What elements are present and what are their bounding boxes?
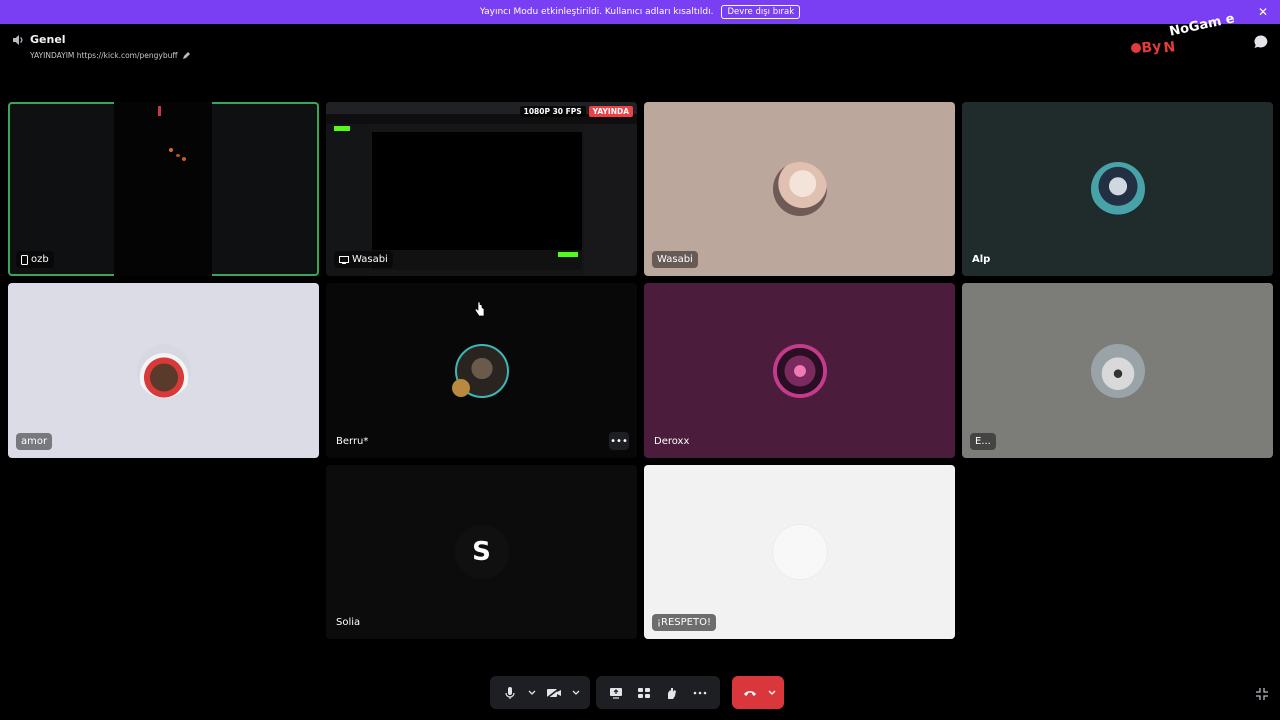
participant-tile-amor[interactable]: amor bbox=[8, 283, 319, 458]
disconnect-group bbox=[732, 676, 784, 709]
screen-share-button[interactable] bbox=[602, 679, 630, 707]
soundboard-icon bbox=[668, 687, 676, 699]
microphone-options-button[interactable] bbox=[524, 679, 540, 707]
participant-tile-wasabi-stream[interactable]: 1080P 30 FPS YAYINDA Wasabi bbox=[326, 102, 637, 276]
chevron-down-icon bbox=[572, 690, 580, 695]
avatar bbox=[136, 343, 191, 398]
participant-label: E... bbox=[970, 433, 996, 450]
channel-status: YAYINDAYIM https://kick.com/pengybuff bbox=[30, 51, 178, 60]
avatar-decoration bbox=[452, 379, 470, 397]
participant-tile-alp[interactable]: Alp bbox=[962, 102, 1273, 276]
stream-quality: 1080P 30 FPS bbox=[519, 106, 586, 117]
avatar bbox=[772, 343, 827, 398]
avatar bbox=[1090, 162, 1145, 216]
participant-tile-respeto[interactable]: ¡RESPETO! bbox=[644, 465, 955, 639]
hangup-icon bbox=[744, 690, 756, 696]
close-icon[interactable]: ✕ bbox=[1258, 5, 1268, 19]
audio-video-group bbox=[490, 676, 590, 709]
participant-tile-ozb[interactable]: ozb bbox=[8, 102, 319, 276]
call-controls bbox=[490, 676, 784, 709]
activity-icon bbox=[638, 687, 650, 698]
channel-header: Genel YAYINDAYIM https://kick.com/pengyb… bbox=[12, 33, 191, 60]
stream-badges: 1080P 30 FPS YAYINDA bbox=[519, 106, 633, 117]
participant-label: ozb bbox=[16, 251, 54, 268]
activity-button[interactable] bbox=[630, 679, 658, 707]
pencil-icon[interactable] bbox=[182, 51, 191, 60]
participant-label: Deroxx bbox=[654, 436, 690, 447]
participant-label: amor bbox=[16, 433, 53, 450]
svg-text:NoGam e: NoGam e bbox=[1168, 12, 1236, 40]
camera-options-button[interactable] bbox=[568, 679, 584, 707]
more-options-button[interactable]: ••• bbox=[609, 432, 629, 450]
microphone-button[interactable] bbox=[496, 679, 524, 707]
participant-label: ¡RESPETO! bbox=[652, 614, 716, 631]
avatar bbox=[1090, 343, 1145, 398]
participant-tile-berru[interactable]: Berru* ••• bbox=[326, 283, 637, 458]
mobile-icon bbox=[21, 254, 28, 265]
screen-share-icon bbox=[610, 687, 622, 699]
participant-label: Wasabi bbox=[334, 251, 393, 268]
participant-label: Berru* bbox=[336, 436, 369, 447]
banner-text: Yayıncı Modu etkinleştirildi. Kullanıcı … bbox=[479, 7, 714, 17]
screen-share-preview bbox=[326, 102, 637, 276]
avatar bbox=[772, 162, 827, 216]
participant-label: Solia bbox=[336, 617, 361, 628]
live-badge: YAYINDA bbox=[588, 106, 633, 117]
streamer-mode-banner: Yayıncı Modu etkinleştirildi. Kullanıcı … bbox=[0, 0, 1280, 24]
microphone-icon bbox=[505, 686, 515, 699]
disable-streamer-mode-button[interactable]: Devre dışı bırak bbox=[721, 5, 801, 19]
participant-label: Wasabi bbox=[652, 251, 698, 268]
camera-button[interactable] bbox=[540, 679, 568, 707]
svg-text:By: By bbox=[1141, 39, 1162, 57]
participant-tile-wasabi[interactable]: Wasabi bbox=[644, 102, 955, 276]
avatar bbox=[772, 525, 827, 579]
fullscreen-icon bbox=[1256, 688, 1268, 700]
participant-tile-e[interactable]: E... bbox=[962, 283, 1273, 458]
cursor-icon bbox=[474, 301, 485, 317]
actions-group bbox=[596, 676, 720, 709]
soundboard-button[interactable] bbox=[658, 679, 686, 707]
more-icon bbox=[693, 691, 707, 694]
hangup-options-button[interactable] bbox=[764, 679, 780, 707]
chat-icon[interactable] bbox=[1253, 34, 1269, 50]
chevron-down-icon bbox=[768, 690, 776, 695]
more-options-button[interactable] bbox=[686, 679, 714, 707]
screen-share-icon bbox=[339, 255, 349, 264]
svg-text:N: N bbox=[1163, 39, 1176, 56]
camera-off-icon bbox=[546, 686, 561, 699]
speaker-icon bbox=[13, 34, 23, 45]
participant-tile-deroxx[interactable]: Deroxx bbox=[644, 283, 955, 458]
camera-feed bbox=[114, 102, 212, 276]
channel-name: Genel bbox=[30, 33, 66, 46]
participant-tile-solia[interactable]: S Solia bbox=[326, 465, 637, 639]
participant-label: Alp bbox=[972, 254, 991, 265]
hangup-button[interactable] bbox=[736, 679, 764, 707]
chevron-down-icon bbox=[528, 690, 536, 695]
fullscreen-button[interactable] bbox=[1255, 686, 1269, 705]
avatar-initial: S bbox=[454, 525, 509, 579]
nogame-logo: NoGam e By N bbox=[1131, 12, 1236, 57]
